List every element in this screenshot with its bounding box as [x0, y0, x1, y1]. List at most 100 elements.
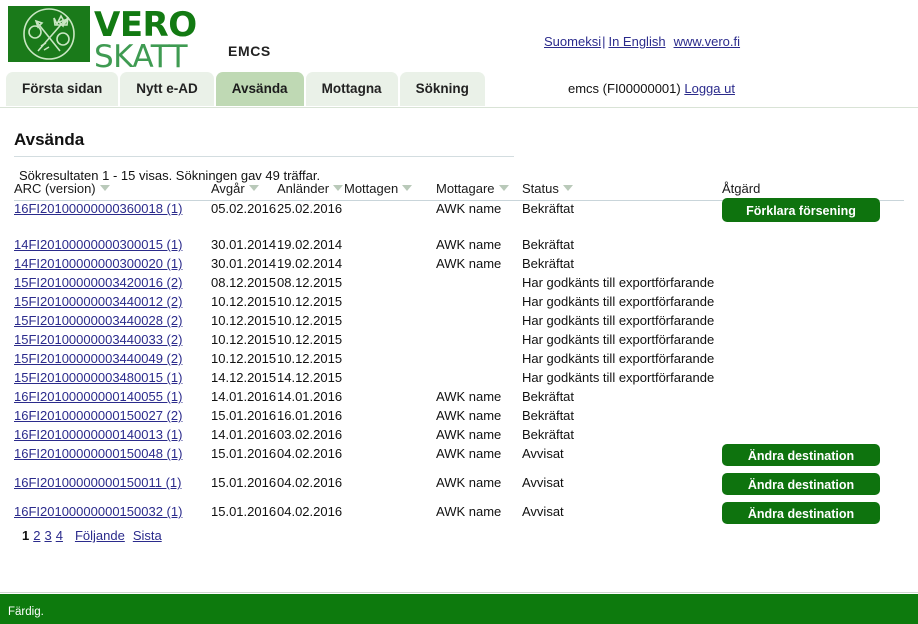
link-vero-website[interactable]: www.vero.fi	[674, 34, 740, 49]
cell-status: Avvisat	[522, 475, 564, 490]
sort-descending-icon[interactable]	[248, 185, 259, 191]
logo-vero-text: VERO	[94, 5, 197, 45]
cell-anlander: 19.02.2014	[277, 237, 343, 252]
arc-link[interactable]: 14FI20100000000300015 (1)	[14, 237, 182, 252]
link-suomeksi[interactable]: Suomeksi	[544, 34, 601, 49]
tab-mottagna[interactable]: Mottagna	[305, 72, 398, 106]
cell-status: Bekräftat	[522, 389, 575, 404]
cell-avgar: 15.01.2016	[211, 475, 277, 490]
browser-status-bar: Färdig.	[0, 594, 918, 624]
arc-link[interactable]: 16FI20100000000140013 (1)	[14, 427, 182, 442]
cell-mottagare: AWK name	[436, 256, 502, 271]
column-header-mottagen[interactable]: Mottagen	[344, 181, 413, 196]
cell-avgar: 14.01.2016	[211, 427, 277, 442]
arc-link[interactable]: 16FI20100000000150027 (2)	[14, 408, 182, 423]
pagination-next-link[interactable]: Följande	[75, 528, 125, 543]
table-row: 15FI20100000003420016 (2) 08.12.2015 08.…	[14, 275, 904, 294]
cell-anlander: 10.12.2015	[277, 313, 343, 328]
cell-status: Har godkänts till exportförfarande	[522, 351, 715, 366]
andra-destination-button[interactable]: Ändra destination	[722, 502, 880, 524]
column-header-anlander-label: Anländer	[277, 181, 330, 196]
page-title: Avsända	[14, 130, 85, 149]
table-row: 16FI20100000000150048 (1) 15.01.2016 04.…	[14, 444, 904, 475]
cell-arc: 16FI20100000000150011 (1)	[14, 475, 181, 490]
arc-link[interactable]: 16FI20100000000150048 (1)	[14, 446, 182, 461]
cell-status: Har godkänts till exportförfarande	[522, 370, 715, 385]
column-header-status[interactable]: Status	[522, 181, 573, 196]
cell-avgar: 10.12.2015	[211, 351, 277, 366]
cell-status: Har godkänts till exportförfarande	[522, 332, 715, 347]
cell-mottagare: AWK name	[436, 237, 502, 252]
table-row: 16FI20100000000150027 (2) 15.01.2016 16.…	[14, 408, 904, 427]
arc-link[interactable]: 16FI20100000000360018 (1)	[14, 201, 182, 216]
arc-link[interactable]: 16FI20100000000140055 (1)	[14, 389, 182, 404]
vero-skatt-coat-of-arms-icon	[8, 6, 90, 62]
pagination-page-4[interactable]: 4	[56, 528, 63, 543]
cell-status: Bekräftat	[522, 256, 575, 271]
column-header-mottagen-label: Mottagen	[344, 181, 399, 196]
arc-link[interactable]: 15FI20100000003440049 (2)	[14, 351, 182, 366]
user-session-info: emcs (FI00000001) Logga ut	[568, 81, 735, 96]
column-header-atgard: Åtgärd	[722, 181, 761, 196]
logout-link[interactable]: Logga ut	[684, 81, 735, 96]
cell-avgar: 30.01.2014	[211, 237, 277, 252]
arc-link[interactable]: 15FI20100000003440033 (2)	[14, 332, 182, 347]
cell-arc: 16FI20100000000150048 (1)	[14, 446, 182, 461]
cell-mottagare: AWK name	[436, 201, 502, 216]
cell-anlander: 16.01.2016	[277, 408, 343, 423]
pagination-last-link[interactable]: Sista	[133, 528, 162, 543]
cell-anlander: 08.12.2015	[277, 275, 343, 290]
cell-status: Avvisat	[522, 446, 564, 461]
sort-descending-icon[interactable]	[562, 185, 573, 191]
arc-link[interactable]: 14FI20100000000300020 (1)	[14, 256, 182, 271]
sort-descending-icon[interactable]	[99, 185, 110, 191]
cell-avgar: 08.12.2015	[211, 275, 277, 290]
column-header-avgar[interactable]: Avgår	[211, 181, 259, 196]
cell-anlander: 03.02.2016	[277, 427, 343, 442]
table-row: 15FI20100000003480015 (1) 14.12.2015 14.…	[14, 370, 904, 389]
andra-destination-button[interactable]: Ändra destination	[722, 444, 880, 466]
cell-status: Har godkänts till exportförfarande	[522, 294, 715, 309]
table-row: 14FI20100000000300020 (1) 30.01.2014 19.…	[14, 256, 904, 275]
cell-anlander: 25.02.2016	[277, 201, 343, 216]
arc-link[interactable]: 16FI20100000000150032 (1)	[14, 504, 182, 519]
cell-arc: 14FI20100000000300020 (1)	[14, 256, 182, 271]
cell-status: Bekräftat	[522, 237, 575, 252]
cell-status: Avvisat	[522, 504, 564, 519]
arc-link[interactable]: 15FI20100000003420016 (2)	[14, 275, 182, 290]
cell-avgar: 15.01.2016	[211, 446, 277, 461]
sort-descending-icon[interactable]	[402, 185, 413, 191]
tab-forsta-sidan[interactable]: Första sidan	[6, 72, 119, 106]
pagination-page-2[interactable]: 2	[33, 528, 40, 543]
sort-descending-icon[interactable]	[498, 185, 509, 191]
tab-nytt-e-ad[interactable]: Nytt e-AD	[120, 72, 214, 106]
column-header-status-label: Status	[522, 181, 559, 196]
pagination-page-1[interactable]: 1	[22, 528, 29, 543]
arc-link[interactable]: 15FI20100000003440028 (2)	[14, 313, 182, 328]
andra-destination-button[interactable]: Ändra destination	[722, 473, 880, 495]
link-in-english[interactable]: In English	[608, 34, 665, 49]
forklara-forsening-button[interactable]: Förklara försening	[722, 198, 880, 222]
tab-avsanda[interactable]: Avsända	[215, 72, 304, 106]
arc-link[interactable]: 16FI20100000000150011 (1)	[14, 475, 181, 490]
logo-skatt-text: SKATT	[94, 39, 188, 75]
column-header-arc[interactable]: ARC (version)	[14, 181, 110, 196]
table-row: 16FI20100000000360018 (1) 05.02.2016 25.…	[14, 198, 904, 237]
arc-link[interactable]: 15FI20100000003480015 (1)	[14, 370, 182, 385]
pagination-page-3[interactable]: 3	[44, 528, 51, 543]
column-header-mottagare[interactable]: Mottagare	[436, 181, 509, 196]
cell-arc: 15FI20100000003440012 (2)	[14, 294, 182, 309]
cell-status: Bekräftat	[522, 427, 575, 442]
cell-status: Bekräftat	[522, 408, 575, 423]
table-row: 16FI20100000000150011 (1) 15.01.2016 04.…	[14, 473, 904, 504]
column-header-anlander[interactable]: Anländer	[277, 181, 344, 196]
vero-skatt-logo[interactable]: VERO SKATT	[8, 6, 197, 73]
cell-anlander: 10.12.2015	[277, 351, 343, 366]
page-header: VERO SKATT EMCS Suomeksi| In English www.v…	[0, 0, 918, 96]
sort-descending-icon[interactable]	[333, 185, 344, 191]
table-row: 15FI20100000003440049 (2) 10.12.2015 10.…	[14, 351, 904, 370]
cell-status: Har godkänts till exportförfarande	[522, 313, 715, 328]
arc-link[interactable]: 15FI20100000003440012 (2)	[14, 294, 182, 309]
tab-sokning[interactable]: Sökning	[399, 72, 485, 106]
vero-skatt-wordmark: VERO SKATT	[94, 2, 197, 75]
